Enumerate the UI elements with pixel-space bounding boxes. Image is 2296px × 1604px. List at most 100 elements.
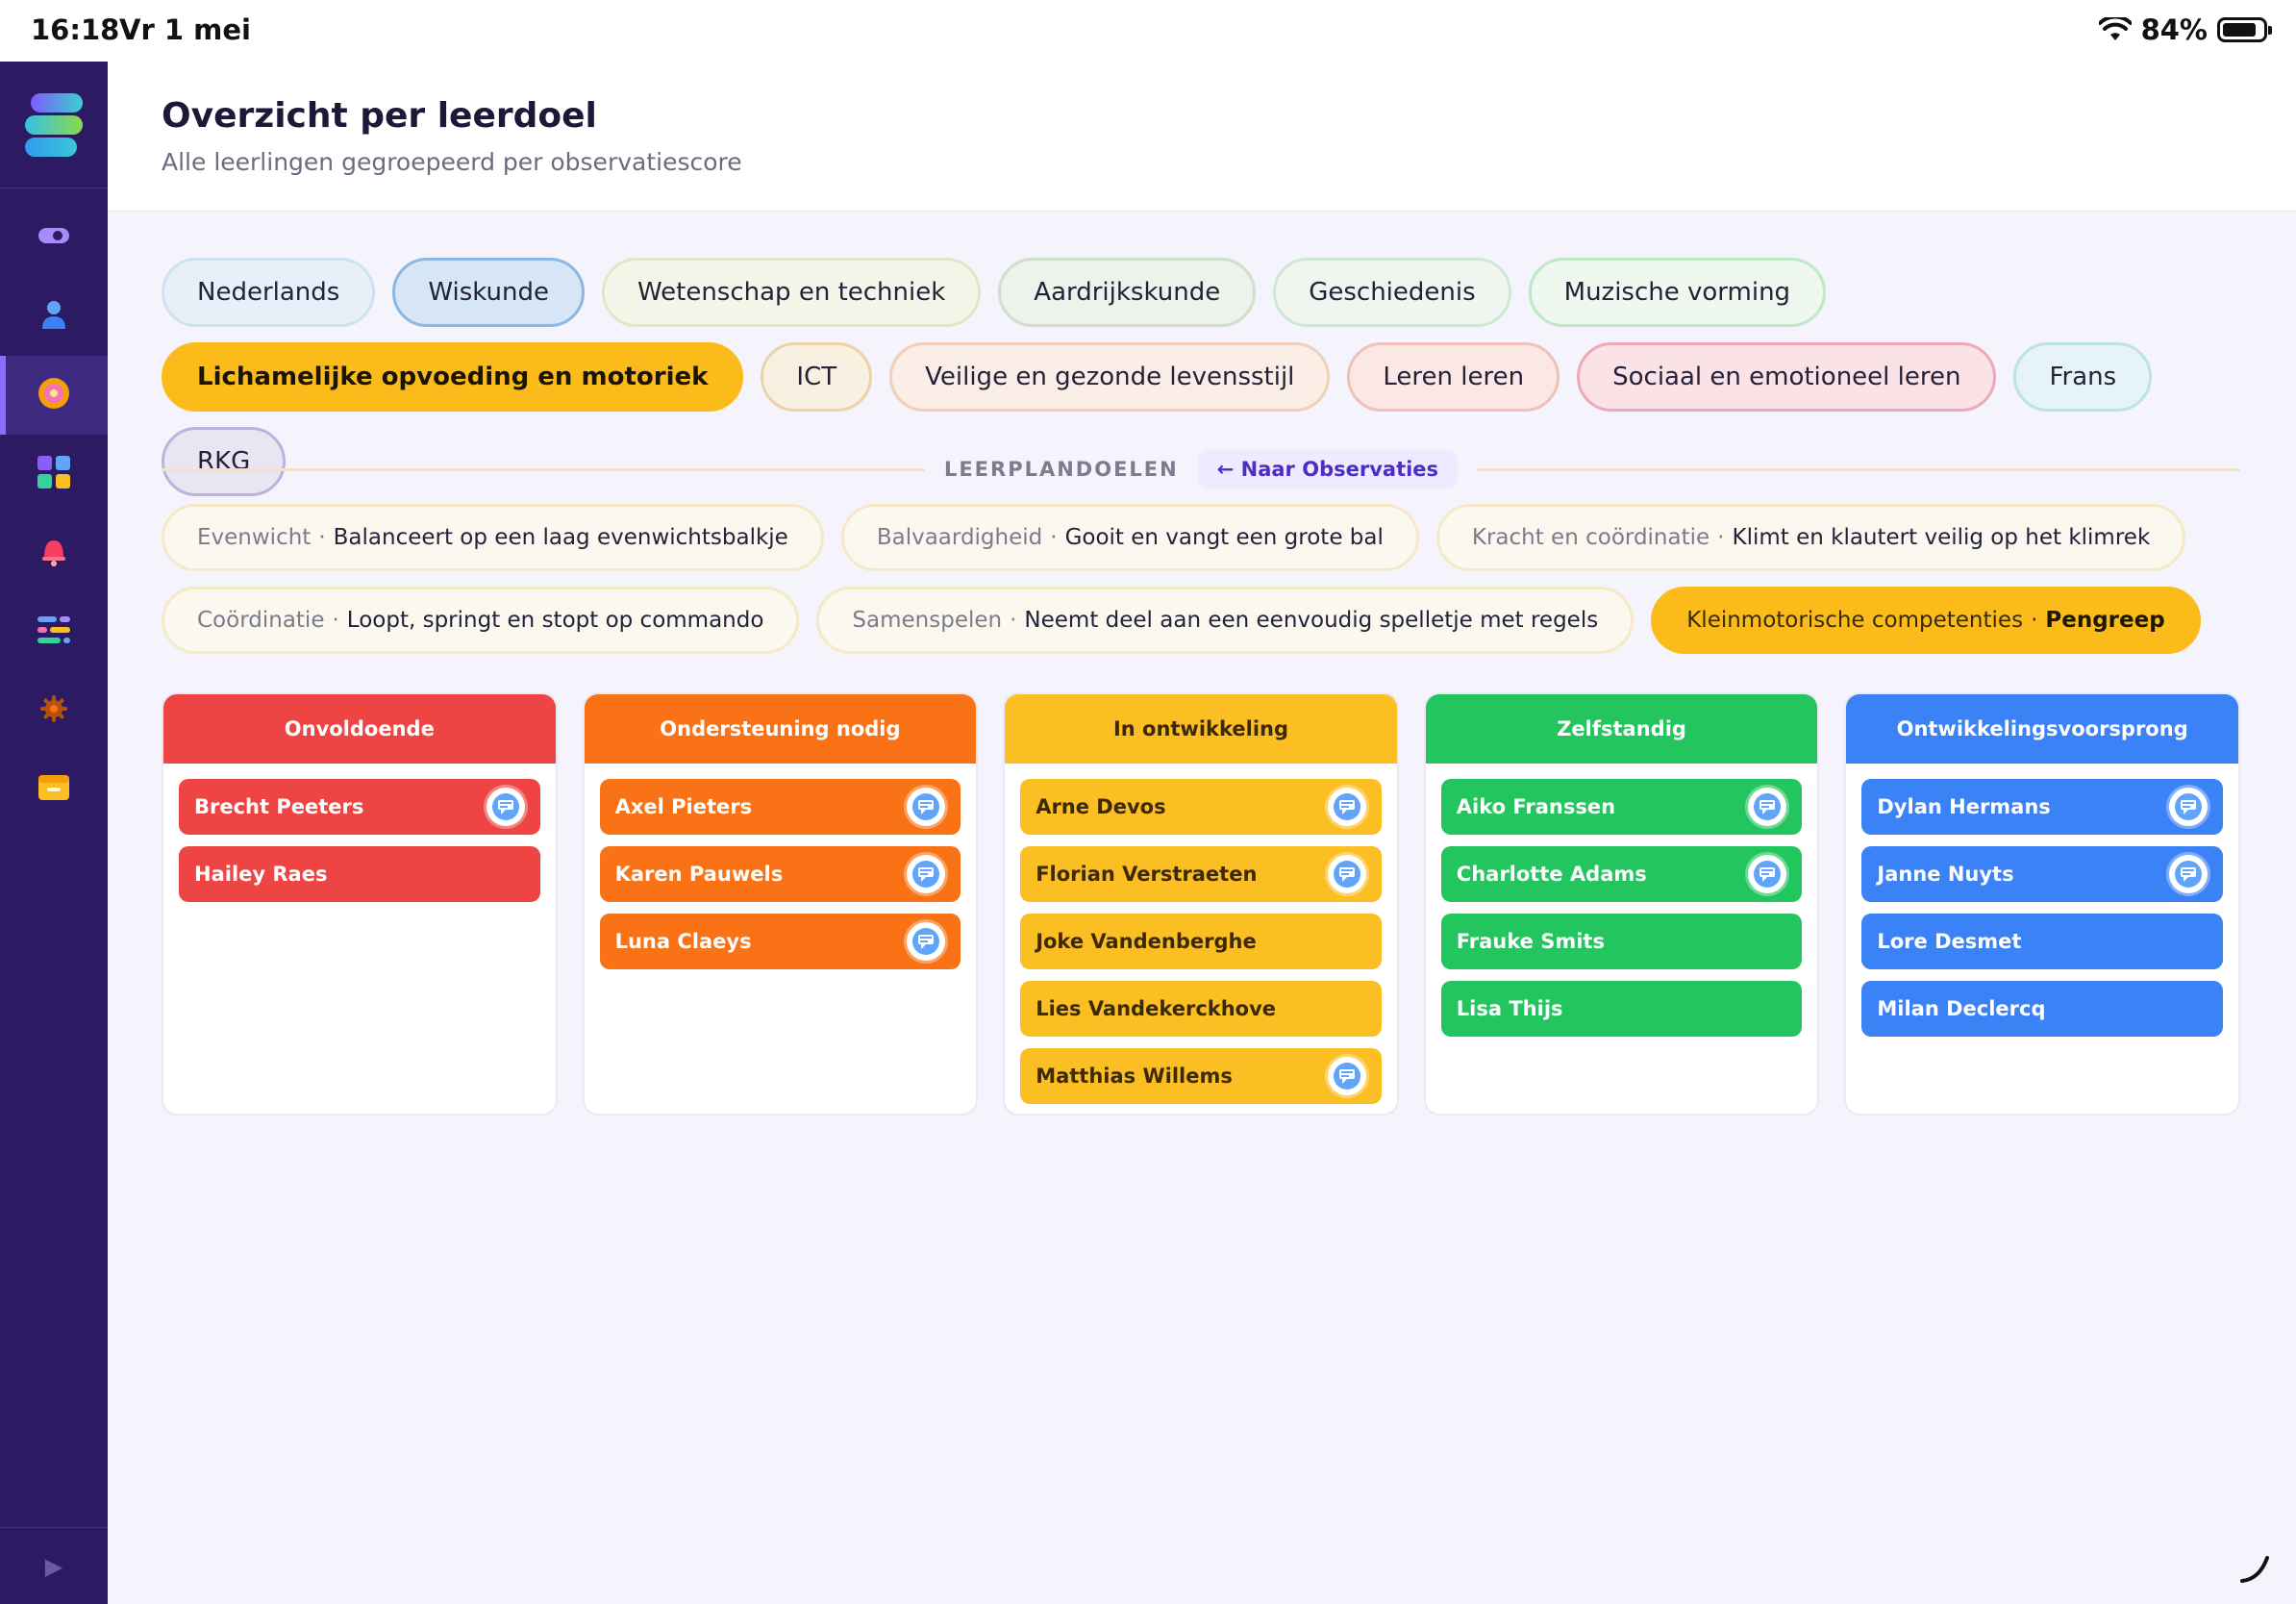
target-icon bbox=[37, 376, 71, 414]
student-name: Milan Declercq bbox=[1877, 997, 2046, 1020]
student-name: Charlotte Adams bbox=[1456, 863, 1647, 886]
column-body: Aiko Franssen Charlotte Adams Frauke Smits… bbox=[1426, 764, 1818, 1052]
goal-pill[interactable]: Evenwicht · Balanceert op een laag evenwic… bbox=[162, 504, 824, 571]
subject-pill[interactable]: Sociaal en emotioneel leren bbox=[1577, 342, 1997, 412]
student-card[interactable]: Frauke Smits bbox=[1440, 914, 1803, 969]
student-name: Joke Vandenberghe bbox=[1036, 930, 1257, 953]
goal-pill[interactable]: Kracht en coördinatie · Klimt en klautert … bbox=[1435, 504, 2186, 571]
sidebar-item-2[interactable] bbox=[0, 277, 108, 356]
comment-icon[interactable] bbox=[486, 788, 525, 826]
student-card[interactable]: Milan Declercq bbox=[1861, 981, 2223, 1037]
corner-indicator-icon bbox=[2240, 1556, 2269, 1583]
comment-icon[interactable] bbox=[1327, 788, 1366, 826]
score-column: Ondersteuning nodig Axel Pieters Karen Pau… bbox=[582, 692, 979, 1115]
goal-pill[interactable]: Coördinatie · Loopt, springt en stopt op c… bbox=[162, 587, 800, 654]
student-card[interactable]: Dylan Hermans bbox=[1861, 779, 2223, 835]
goal-pill[interactable]: Kleinmotorische competenties · Pengreep bbox=[1651, 587, 2201, 654]
comment-icon[interactable] bbox=[1748, 855, 1787, 893]
score-column: In ontwikkeling Arne Devos Florian Verstra… bbox=[1003, 692, 1399, 1115]
student-card[interactable]: Brecht Peeters bbox=[179, 779, 540, 835]
column-body: Dylan Hermans Janne Nuyts Lore Desmet Milan… bbox=[1846, 764, 2238, 1052]
comment-icon[interactable] bbox=[1748, 788, 1787, 826]
student-name: Dylan Hermans bbox=[1877, 795, 2051, 818]
subject-pill[interactable]: Wiskunde bbox=[392, 258, 585, 327]
goal-separator: · bbox=[1050, 525, 1058, 550]
student-card[interactable]: Luna Claeys bbox=[599, 914, 961, 969]
student-card[interactable]: Karen Pauwels bbox=[599, 846, 961, 902]
column-header: Ontwikkelingsvoorsprong bbox=[1846, 694, 2238, 764]
comment-icon[interactable] bbox=[1327, 1057, 1366, 1095]
student-card[interactable]: Axel Pieters bbox=[599, 779, 961, 835]
score-column: Onvoldoende Brecht Peeters Hailey Raes bbox=[162, 692, 558, 1115]
student-name: Lore Desmet bbox=[1877, 930, 2022, 953]
goal-separator: · bbox=[1717, 525, 1725, 550]
student-card[interactable]: Aiko Franssen bbox=[1440, 779, 1803, 835]
student-card[interactable]: Arne Devos bbox=[1020, 779, 1382, 835]
subject-pill[interactable]: Nederlands bbox=[162, 258, 376, 327]
subject-pill[interactable]: Lichamelijke opvoeding en motoriek bbox=[162, 342, 744, 412]
subject-pill[interactable]: Geschiedenis bbox=[1273, 258, 1511, 327]
student-card[interactable]: Charlotte Adams bbox=[1440, 846, 1803, 902]
sidebar-item-1[interactable] bbox=[0, 198, 108, 277]
goal-pill[interactable]: Balvaardigheid · Gooit en vangt een grote … bbox=[840, 504, 1419, 571]
app-logo bbox=[0, 62, 108, 188]
comment-icon[interactable] bbox=[2168, 788, 2208, 826]
student-name: Luna Claeys bbox=[614, 930, 752, 953]
subject-pill[interactable]: ICT bbox=[761, 342, 873, 412]
column-header: In ontwikkeling bbox=[1005, 694, 1397, 764]
goal-separator: · bbox=[2031, 608, 2038, 633]
student-card[interactable]: Janne Nuyts bbox=[1861, 846, 2223, 902]
status-bar: 16:18 Vr 1 mei 84% bbox=[0, 0, 2296, 62]
comment-icon[interactable] bbox=[907, 788, 946, 826]
goal-pill[interactable]: Samenspelen · Neemt deel aan een eenvoudig… bbox=[816, 587, 1635, 654]
student-name: Matthias Willems bbox=[1036, 1065, 1233, 1088]
comment-icon[interactable] bbox=[907, 855, 946, 893]
sidebar: ▶ bbox=[0, 62, 108, 1604]
student-card[interactable]: Lies Vandekerckhove bbox=[1020, 981, 1382, 1037]
gear-icon bbox=[38, 693, 69, 728]
sidebar-item-7[interactable] bbox=[0, 671, 108, 750]
goal-category: Evenwicht bbox=[197, 525, 312, 550]
status-time: 16:18 bbox=[31, 13, 120, 46]
subject-pill[interactable]: Aardrijkskunde bbox=[998, 258, 1257, 327]
sidebar-item-3[interactable] bbox=[0, 356, 108, 435]
column-header: Onvoldoende bbox=[163, 694, 556, 764]
subject-pill[interactable]: Leren leren bbox=[1347, 342, 1560, 412]
sidebar-expand-button[interactable]: ▶ bbox=[0, 1527, 108, 1604]
score-columns: Onvoldoende Brecht Peeters Hailey Raes Onde… bbox=[162, 692, 2240, 1115]
status-indicators: 84% bbox=[2098, 13, 2272, 46]
goal-category: Coördinatie bbox=[197, 608, 325, 633]
sidebar-item-4[interactable] bbox=[0, 435, 108, 514]
comment-icon[interactable] bbox=[1327, 855, 1366, 893]
back-to-observations-button[interactable]: ← Naar Observaties bbox=[1197, 450, 1459, 489]
toggle-icon bbox=[37, 224, 71, 251]
student-card[interactable]: Hailey Raes bbox=[179, 846, 540, 902]
goal-name: Balanceert op een laag evenwichtsbalkje bbox=[333, 525, 788, 550]
subject-pill[interactable]: Muzische vorming bbox=[1528, 258, 1827, 327]
student-card[interactable]: Florian Verstraeten bbox=[1020, 846, 1382, 902]
student-card[interactable]: Joke Vandenberghe bbox=[1020, 914, 1382, 969]
subject-pill[interactable]: Wetenschap en techniek bbox=[601, 258, 982, 327]
comment-icon[interactable] bbox=[2168, 855, 2208, 893]
student-card[interactable]: Lore Desmet bbox=[1861, 914, 2223, 969]
student-name: Florian Verstraeten bbox=[1036, 863, 1258, 886]
goal-separator: · bbox=[318, 525, 326, 550]
wifi-icon bbox=[2098, 17, 2132, 40]
student-card[interactable]: Matthias Willems bbox=[1020, 1048, 1382, 1104]
student-card[interactable]: Lisa Thijs bbox=[1440, 981, 1803, 1037]
column-body: Arne Devos Florian Verstraeten Joke Vanden… bbox=[1005, 764, 1397, 1114]
subject-pill[interactable]: Frans bbox=[2013, 342, 2153, 412]
score-column: Ontwikkelingsvoorsprong Dylan Hermans Jann… bbox=[1844, 692, 2240, 1115]
student-name: Brecht Peeters bbox=[194, 795, 364, 818]
comment-icon[interactable] bbox=[907, 922, 946, 961]
goal-separator: · bbox=[332, 608, 339, 633]
score-column: Zelfstandig Aiko Franssen Charlotte Adams F… bbox=[1423, 692, 1820, 1115]
sidebar-item-8[interactable] bbox=[0, 750, 108, 829]
bell-icon bbox=[39, 535, 68, 571]
goal-separator: · bbox=[1010, 608, 1017, 633]
subject-pill[interactable]: Veilige en gezonde levensstijl bbox=[889, 342, 1331, 412]
sidebar-item-5[interactable] bbox=[0, 514, 108, 592]
sidebar-item-6[interactable] bbox=[0, 592, 108, 671]
goal-name: Pengreep bbox=[2045, 608, 2165, 633]
battery-icon bbox=[2217, 17, 2272, 42]
